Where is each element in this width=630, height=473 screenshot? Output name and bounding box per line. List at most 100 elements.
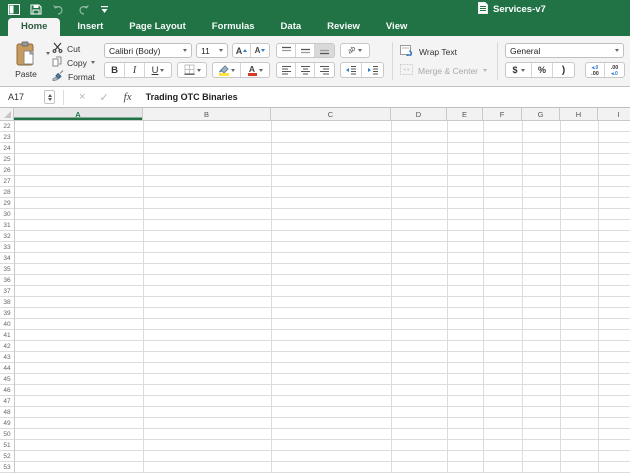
column-header-F[interactable]: F [483, 108, 522, 120]
grid-body[interactable]: 2223242526272829303132333435363738394041… [0, 121, 630, 473]
grid-row-53[interactable]: 53 [0, 462, 630, 473]
increase-indent-button[interactable] [362, 63, 383, 77]
grid-row-23[interactable]: 23 [0, 132, 630, 143]
row-header-35[interactable]: 35 [0, 264, 14, 274]
font-family-select[interactable]: Calibri (Body) [104, 43, 192, 58]
row-header-52[interactable]: 52 [0, 451, 14, 461]
align-middle-button[interactable] [296, 44, 315, 57]
row-header-46[interactable]: 46 [0, 385, 14, 395]
row-header-26[interactable]: 26 [0, 165, 14, 175]
row-header-49[interactable]: 49 [0, 418, 14, 428]
row-header-22[interactable]: 22 [0, 121, 14, 131]
grid-row-38[interactable]: 38 [0, 297, 630, 308]
tab-data[interactable]: Data [272, 18, 311, 36]
italic-button[interactable]: I [125, 63, 145, 77]
row-header-41[interactable]: 41 [0, 330, 14, 340]
grid-row-26[interactable]: 26 [0, 165, 630, 176]
ribbon-toggle-icon[interactable] [8, 4, 20, 15]
row-header-38[interactable]: 38 [0, 297, 14, 307]
copy-button[interactable]: Copy [52, 56, 95, 69]
borders-button[interactable] [178, 63, 206, 77]
percent-button[interactable]: % [532, 63, 553, 77]
align-top-button[interactable] [277, 44, 296, 57]
font-color-button[interactable]: A [241, 63, 269, 77]
grid-row-46[interactable]: 46 [0, 385, 630, 396]
grid-row-51[interactable]: 51 [0, 440, 630, 451]
grid-row-29[interactable]: 29 [0, 198, 630, 209]
row-header-30[interactable]: 30 [0, 209, 14, 219]
row-header-34[interactable]: 34 [0, 253, 14, 263]
tab-home[interactable]: Home [8, 18, 60, 36]
row-header-43[interactable]: 43 [0, 352, 14, 362]
cancel-icon[interactable]: × [79, 91, 85, 103]
currency-button[interactable]: $ [506, 63, 532, 77]
align-left-button[interactable] [277, 63, 296, 77]
save-icon[interactable] [30, 4, 42, 15]
comma-style-button[interactable]: ) [553, 63, 574, 77]
tab-view[interactable]: View [377, 18, 416, 36]
grid-row-31[interactable]: 31 [0, 220, 630, 231]
align-center-button[interactable] [296, 63, 315, 77]
grid-row-40[interactable]: 40 [0, 319, 630, 330]
grid-row-37[interactable]: 37 [0, 286, 630, 297]
number-format-select[interactable]: General [505, 43, 624, 58]
row-header-29[interactable]: 29 [0, 198, 14, 208]
fill-color-button[interactable] [213, 63, 241, 77]
bold-button[interactable]: B [105, 63, 125, 77]
row-header-40[interactable]: 40 [0, 319, 14, 329]
name-box[interactable]: A17 [0, 92, 44, 102]
enter-icon[interactable]: ✓ [99, 91, 108, 104]
row-header-51[interactable]: 51 [0, 440, 14, 450]
grid-row-48[interactable]: 48 [0, 407, 630, 418]
row-header-33[interactable]: 33 [0, 242, 14, 252]
grid-row-47[interactable]: 47 [0, 396, 630, 407]
orientation-button[interactable]: ab [340, 43, 370, 58]
column-header-G[interactable]: G [522, 108, 560, 120]
column-header-B[interactable]: B [143, 108, 271, 120]
column-header-H[interactable]: H [560, 108, 598, 120]
grid-row-41[interactable]: 41 [0, 330, 630, 341]
grid-row-36[interactable]: 36 [0, 275, 630, 286]
formula-input[interactable]: Trading OTC Binaries [146, 92, 238, 102]
paste-button[interactable]: Paste [8, 41, 44, 81]
undo-icon[interactable] [52, 4, 66, 15]
tab-insert[interactable]: Insert [68, 18, 112, 36]
decrease-decimal-button[interactable]: .00 ◂.0 [605, 63, 624, 78]
wrap-text-button[interactable]: Wrap Text [400, 45, 457, 58]
grid-row-32[interactable]: 32 [0, 231, 630, 242]
align-right-button[interactable] [315, 63, 334, 77]
row-header-32[interactable]: 32 [0, 231, 14, 241]
row-header-31[interactable]: 31 [0, 220, 14, 230]
grid-row-45[interactable]: 45 [0, 374, 630, 385]
column-header-D[interactable]: D [391, 108, 447, 120]
grid-row-39[interactable]: 39 [0, 308, 630, 319]
row-header-47[interactable]: 47 [0, 396, 14, 406]
shrink-font-button[interactable]: A [251, 44, 269, 57]
row-header-36[interactable]: 36 [0, 275, 14, 285]
grid-row-24[interactable]: 24 [0, 143, 630, 154]
row-header-45[interactable]: 45 [0, 374, 14, 384]
column-header-I[interactable]: I [598, 108, 630, 120]
paste-dropdown-icon[interactable] [46, 52, 50, 55]
row-header-25[interactable]: 25 [0, 154, 14, 164]
row-header-50[interactable]: 50 [0, 429, 14, 439]
select-all-button[interactable] [0, 108, 14, 120]
decrease-indent-button[interactable] [341, 63, 362, 77]
grid-row-27[interactable]: 27 [0, 176, 630, 187]
row-header-42[interactable]: 42 [0, 341, 14, 351]
insert-function-icon[interactable]: fx [124, 91, 132, 103]
increase-decimal-button[interactable]: ◂.0 .00 [586, 63, 605, 78]
row-header-23[interactable]: 23 [0, 132, 14, 142]
format-painter-button[interactable]: Format [52, 70, 95, 83]
grid-row-34[interactable]: 34 [0, 253, 630, 264]
font-size-select[interactable]: 11 [196, 43, 228, 58]
column-header-C[interactable]: C [271, 108, 391, 120]
row-header-44[interactable]: 44 [0, 363, 14, 373]
grid-row-30[interactable]: 30 [0, 209, 630, 220]
row-header-53[interactable]: 53 [0, 462, 14, 472]
column-header-A[interactable]: A [14, 108, 143, 120]
grid-row-35[interactable]: 35 [0, 264, 630, 275]
grid-row-22[interactable]: 22 [0, 121, 630, 132]
grid-row-33[interactable]: 33 [0, 242, 630, 253]
name-box-stepper[interactable] [44, 90, 55, 104]
